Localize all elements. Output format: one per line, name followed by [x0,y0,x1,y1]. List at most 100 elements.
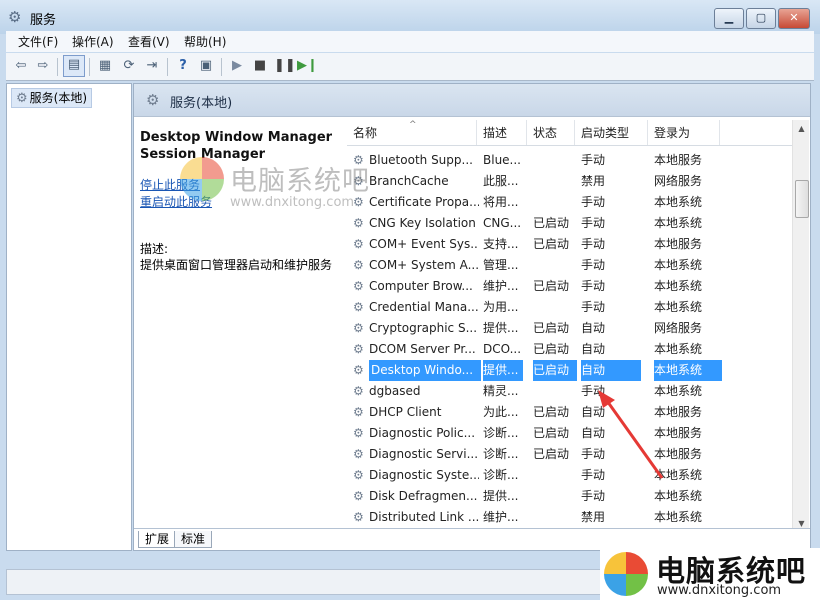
properties-icon[interactable]: ▦ [96,57,114,75]
cell-status: 已启动 [533,321,570,335]
cell-start: 手动 [581,216,606,230]
column-name-label: 名称 [353,126,378,140]
show-hide-tree-icon[interactable]: ▤ [63,55,85,77]
service-gear-icon: ⚙ [353,447,364,461]
cell-start: 自动 [581,360,641,381]
service-gear-icon: ⚙ [353,237,364,251]
cell-desc: 诊断... [483,447,519,461]
watermark-cn-text: 电脑系统吧 [230,166,370,197]
cell-status [533,255,577,276]
cell-name: Diagnostic Polic... [369,426,476,440]
service-gear-icon: ⚙ [353,300,364,314]
scroll-up-icon[interactable]: ▲ [793,120,809,137]
tab-standard[interactable]: 标准 [174,531,213,548]
cell-status [533,486,577,507]
table-row[interactable]: ⚙ dgbased 精灵... 手动 本地系统 [347,381,792,402]
table-row[interactable]: ⚙ COM+ System A... 管理... 手动 本地系统 [347,255,792,276]
cell-status: 已启动 [533,216,570,230]
service-gear-icon: ⚙ [353,510,364,524]
table-row[interactable]: ⚙ CNG Key Isolation CNG... 已启动 手动 本地系统 [347,213,792,234]
description-text: 提供桌面窗口管理器启动和维护服务 [140,258,333,272]
cell-desc: DCO... [483,342,522,356]
sort-ascending-icon: ^ [409,120,417,130]
table-row[interactable]: ⚙ DHCP Client 为此... 已启动 自动 本地服务 [347,402,792,423]
column-startup-type[interactable]: 启动类型 [575,120,648,145]
table-row[interactable]: ⚙ COM+ Event Sys... 支持... 已启动 手动 本地服务 [347,234,792,255]
close-button[interactable]: ✕ [778,8,810,29]
help-icon[interactable]: ? [174,57,192,75]
service-gear-icon: ⚙ [353,258,364,272]
cell-name: DHCP Client [369,405,442,419]
table-row[interactable]: ⚙ Distributed Link ... 维护... 禁用 本地系统 [347,507,792,528]
table-row[interactable]: ⚙ Diagnostic Servi... 诊断... 已启动 手动 本地服务 [347,444,792,465]
table-row[interactable]: ⚙ Bluetooth Supp... Blue... 手动 本地服务 [347,150,792,171]
menu-help[interactable]: 帮助(H) [184,33,226,50]
menu-action[interactable]: 操作(A) [72,33,114,50]
table-row[interactable]: ⚙ Certificate Propa... 将用... 手动 本地系统 [347,192,792,213]
cell-desc: 支持... [483,237,519,251]
stop-service-icon[interactable]: ■ [251,57,269,75]
table-row[interactable]: ⚙ Desktop Windo... 提供... 已启动 自动 本地系统 [347,360,792,381]
cell-status: 已启动 [533,405,570,419]
cell-desc: 诊断... [483,426,519,440]
forward-icon[interactable]: ⇨ [34,57,52,75]
cell-desc: 将用... [483,195,519,209]
cell-name: Credential Mana... [369,300,479,314]
cell-desc: 此服... [483,174,519,188]
start-service-icon[interactable]: ▶ [228,57,246,75]
service-gear-icon: ⚙ [353,321,364,335]
table-row[interactable]: ⚙ Cryptographic S... 提供... 已启动 自动 网络服务 [347,318,792,339]
services-gear-icon: ⚙ [16,91,28,106]
table-row[interactable]: ⚙ BranchCache 此服... 禁用 网络服务 [347,171,792,192]
service-gear-icon: ⚙ [353,426,364,440]
cell-start: 自动 [581,426,606,440]
column-description[interactable]: 描述 [477,120,527,145]
column-header: 名称 ^ 描述 状态 启动类型 登录为 [347,120,792,146]
cell-start: 手动 [581,153,606,167]
console-icon[interactable]: ▣ [197,57,215,75]
table-row[interactable]: ⚙ Credential Mana... 为用... 手动 本地系统 [347,297,792,318]
export-list-icon[interactable]: ⇥ [143,57,161,75]
tab-extended[interactable]: 扩展 [138,531,177,548]
toolbar-separator [57,58,58,76]
cell-logon: 本地系统 [654,216,703,230]
window-title: 服务 [30,13,57,28]
menu-view[interactable]: 查看(V) [128,33,170,50]
cell-start: 自动 [581,342,606,356]
cell-logon: 本地服务 [654,237,703,251]
tree-item-services-local[interactable]: ⚙ 服务(本地) [11,88,93,108]
console-tree: ⚙ 服务(本地) [6,83,132,551]
main-title: 服务(本地) [170,96,233,111]
column-name[interactable]: 名称 ^ [347,120,477,145]
column-logon-as[interactable]: 登录为 [648,120,720,145]
cell-name: COM+ System A... [369,258,479,272]
scrollbar-thumb[interactable] [795,180,809,218]
vertical-scrollbar[interactable]: ▲ ▼ [792,120,809,532]
cell-desc: 诊断... [483,468,519,482]
menu-file[interactable]: 文件(F) [18,33,58,50]
cell-name: DCOM Server Pr... [369,342,476,356]
restart-service-icon[interactable]: ▶❙ [297,57,318,75]
back-icon[interactable]: ⇦ [12,57,30,75]
pause-service-icon[interactable]: ❚❚ [274,57,296,75]
refresh-icon[interactable]: ⟳ [120,57,138,75]
maximize-button[interactable]: ▢ [746,8,776,29]
service-gear-icon: ⚙ [353,342,364,356]
cell-status: 已启动 [533,360,577,381]
minimize-button[interactable]: ▁ [714,8,744,29]
table-row[interactable]: ⚙ Disk Defragmen... 提供... 手动 本地系统 [347,486,792,507]
table-row[interactable]: ⚙ DCOM Server Pr... DCO... 已启动 自动 本地系统 [347,339,792,360]
column-status[interactable]: 状态 [527,120,575,145]
table-row[interactable]: ⚙ Computer Brow... 维护... 已启动 手动 本地系统 [347,276,792,297]
service-gear-icon: ⚙ [353,468,364,482]
toolbar: ⇦ ⇨ ▤ ▦ ⟳ ⇥ ? ▣ ▶ ■ ❚❚ ▶❙ [6,53,814,81]
cell-name: Diagnostic Syste... [369,468,479,482]
cell-desc: 为此... [483,405,519,419]
table-row[interactable]: ⚙ Diagnostic Polic... 诊断... 已启动 自动 本地服务 [347,423,792,444]
table-row[interactable]: ⚙ Diagnostic Syste... 诊断... 手动 本地系统 [347,465,792,486]
services-gear-icon: ⚙ [146,91,160,109]
cell-desc: 提供... [483,489,519,503]
cell-name: COM+ Event Sys... [369,237,479,251]
cell-start: 手动 [581,447,606,461]
cell-start: 手动 [581,279,606,293]
